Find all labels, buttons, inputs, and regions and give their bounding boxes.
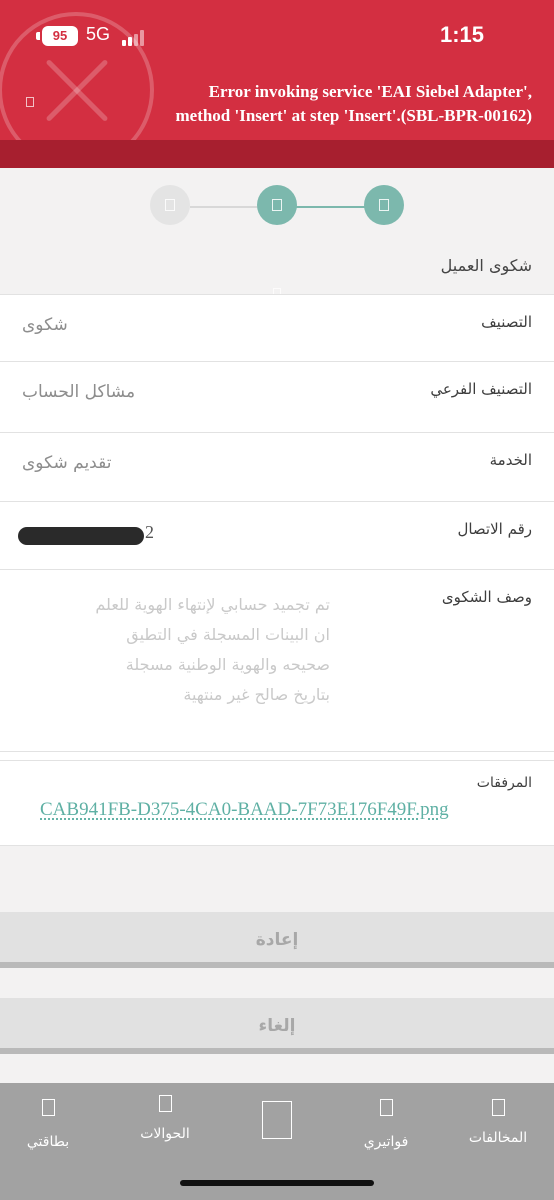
tab-my-cards[interactable]: بطاقتي <box>0 1099 98 1150</box>
step-1-icon <box>150 185 190 225</box>
description-line: صحيحه والهوية الوطنية مسجلة <box>125 655 330 674</box>
error-banner: 95 5G 1:15 Error invoking service 'EAI S… <box>0 0 554 140</box>
description-text[interactable]: تم تجميد حسابي لإنتهاء الهوية للعلم ان ا… <box>50 590 330 710</box>
cancel-button[interactable]: إلغاء <box>0 998 554 1054</box>
description-line: ان البينات المسجلة في التطيق <box>126 625 330 644</box>
category-label: التصنيف <box>481 313 532 331</box>
phone-field[interactable]: رقم الاتصال 2 <box>0 502 554 570</box>
tab-label: المخالفات <box>468 1130 528 1146</box>
tab-my-bills[interactable]: فواتيري <box>336 1099 436 1150</box>
subcategory-field[interactable]: التصنيف الفرعي مشاكل الحساب <box>0 362 554 433</box>
service-field[interactable]: الخدمة تقديم شكوى <box>0 433 554 502</box>
attachments-label: المرفقات <box>476 775 532 791</box>
phone-redaction <box>18 527 144 545</box>
tab-label: فواتيري <box>363 1134 409 1150</box>
signal-icon <box>122 28 152 46</box>
error-banner-strip[interactable] <box>0 140 554 298</box>
alert-icon <box>26 97 34 107</box>
error-message-line-2: method 'Insert' at step 'Insert'.(SBL-BP… <box>175 106 532 125</box>
error-message-line-1: Error invoking service 'EAI Siebel Adapt… <box>208 82 532 101</box>
tab-label: بطاقتي <box>26 1134 70 1150</box>
service-value: تقديم شكوى <box>22 453 112 473</box>
step-2-icon <box>257 185 297 225</box>
battery-tip <box>36 32 40 40</box>
bill-icon <box>379 1099 393 1116</box>
description-field[interactable]: وصف الشكوى تم تجميد حسابي لإنتهاء الهوية… <box>0 570 554 752</box>
battery-indicator: 95 <box>42 26 78 46</box>
attachments-field: المرفقات CAB941FB-D375-4CA0-BAAD-7F73E17… <box>0 760 554 846</box>
complaint-form: التصنيف شكوى التصنيف الفرعي مشاكل الحساب… <box>0 294 554 846</box>
section-title: شكوى العميل <box>440 256 532 275</box>
violation-icon <box>491 1099 505 1116</box>
phone-label: رقم الاتصال <box>457 520 532 538</box>
attachment-link[interactable]: CAB941FB-D375-4CA0-BAAD-7F73E176F49F.png <box>40 799 449 821</box>
description-line: تم تجميد حسابي لإنتهاء الهوية للعلم <box>95 595 330 614</box>
error-message: Error invoking service 'EAI Siebel Adapt… <box>72 80 532 128</box>
category-field[interactable]: التصنيف شكوى <box>0 294 554 362</box>
description-line: بتاريخ صالح غير منتهية <box>183 685 330 704</box>
subcategory-label: التصنيف الفرعي <box>430 380 532 398</box>
category-value: شكوى <box>22 315 68 335</box>
home-icon <box>262 1101 292 1139</box>
tab-transfers[interactable]: الحوالات <box>115 1095 215 1142</box>
transfer-icon <box>158 1095 172 1112</box>
tab-home[interactable] <box>227 1101 327 1139</box>
tab-violations[interactable]: المخالفات <box>448 1099 548 1146</box>
status-time: 1:15 <box>440 22 485 47</box>
phone-visible-digit: 2 <box>145 522 154 542</box>
home-indicator[interactable] <box>180 1180 374 1186</box>
reset-button[interactable]: إعادة <box>0 912 554 968</box>
subcategory-value: مشاكل الحساب <box>22 382 136 402</box>
tab-label: الحوالات <box>140 1126 190 1142</box>
card-icon <box>41 1099 55 1116</box>
stepper-line-inactive <box>190 206 258 208</box>
step-3-icon <box>364 185 404 225</box>
description-label: وصف الشكوى <box>441 588 532 606</box>
progress-stepper <box>0 168 554 246</box>
network-type: 5G <box>86 24 111 44</box>
stepper-line-active <box>296 206 366 208</box>
service-label: الخدمة <box>489 451 532 469</box>
